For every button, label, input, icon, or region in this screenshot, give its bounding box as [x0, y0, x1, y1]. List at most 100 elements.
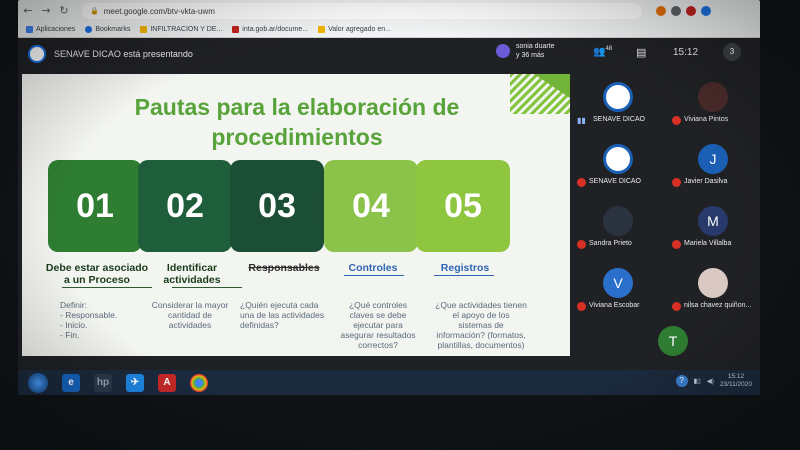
description-line: claves se debe [349, 310, 407, 320]
category-underline [62, 287, 152, 288]
tray-clock[interactable]: 15:12 23/11/2020 [720, 373, 752, 389]
volume-icon[interactable]: ◀) [707, 377, 714, 385]
piece-number: 04 [352, 187, 390, 225]
presenting-label: SENAVE DICAO está presentando [54, 49, 193, 59]
bookmark-apps[interactable]: Aplicaciones [26, 26, 75, 33]
ie-icon[interactable]: e [62, 373, 80, 392]
forward-icon[interactable]: → [40, 5, 52, 17]
back-icon[interactable]: ← [22, 5, 34, 17]
url-text: meet.google.com/btv-vkta-uwm [103, 6, 215, 16]
profile-icon[interactable] [701, 6, 711, 16]
piece-number: 05 [444, 187, 482, 225]
category-underline [434, 275, 494, 276]
extensions [656, 6, 711, 16]
presentation-stage: Pautas para la elaboración de procedimie… [18, 70, 573, 360]
description-line: - Responsable. [60, 310, 118, 320]
piece-number: 03 [258, 187, 296, 225]
meet-header: SENAVE DICAO está presentando sonia duar… [18, 38, 760, 70]
hp-icon[interactable]: hp [94, 373, 112, 392]
windows-taskbar: e hp ✈ A ? ▮▯ ◀) 15:12 23/11/2020 [18, 370, 760, 395]
category-underline [344, 275, 404, 276]
description-line: ejecutar para [353, 320, 403, 330]
category-line: Identificar [166, 262, 218, 274]
help-icon[interactable]: ? [675, 375, 688, 387]
puzzle-piece: 05 [416, 160, 510, 252]
bookmark-bookmarks[interactable]: Bookmarks [85, 26, 130, 33]
folder-icon [140, 26, 148, 33]
tray-time: 15:12 [727, 373, 745, 380]
mic-off-icon [672, 178, 681, 187]
viewer-count: y 36 más [516, 52, 545, 59]
network-icon[interactable]: ▮▯ [694, 377, 701, 385]
description-line: ¿Quién ejecuta cada [240, 300, 319, 310]
participants-grid: ▮▮ SENAVE DICAO Viviana Pintos SENAVE DI… [573, 70, 760, 360]
participant-name: Viviana Escobar [589, 302, 640, 309]
category-label: Controles [338, 262, 408, 274]
start-button[interactable] [28, 372, 48, 393]
category-label: Responsables [234, 262, 334, 274]
category-label: Identificar actividades [152, 262, 232, 286]
slide-title-line: Pautas para la elaboración de [134, 94, 460, 120]
bookmark-infiltracion[interactable]: INFILTRACION Y DE... [140, 26, 222, 33]
slide-title: Pautas para la elaboración de procedimie… [62, 92, 532, 152]
participant-name: nilsa chavez quiñon... [684, 302, 752, 309]
pdf-reader-icon[interactable]: A [158, 373, 176, 392]
description-line: una de las actividades [240, 310, 325, 320]
mic-off-icon [577, 240, 586, 249]
mic-off-icon [577, 302, 586, 311]
participant-tile[interactable]: V Viviana Escobar [573, 262, 663, 322]
category-line: Responsables [248, 262, 320, 274]
participant-avatar: T [658, 326, 688, 356]
category-line: actividades [163, 274, 221, 286]
extension-icon[interactable] [656, 6, 666, 16]
monitor-screen: ← → ↻ 🔒 meet.google.com/btv-vkta-uwm Apl… [18, 0, 760, 395]
bookmarks-bar: Aplicaciones Bookmarks INFILTRACION Y DE… [18, 22, 760, 38]
description-line: asegurar resultados [340, 330, 416, 340]
category-description: ¿Quién ejecuta cada una de las actividad… [240, 300, 336, 330]
puzzle-piece: 03 [230, 160, 334, 252]
category-description: Definir: - Responsable. - Inicio. - Fin. [60, 300, 140, 340]
viewer-name: sonia duarte [516, 43, 555, 50]
category-description: Considerar la mayor cantidad de activida… [144, 300, 236, 330]
meeting-clock: 15:12 [673, 47, 699, 58]
participant-tile[interactable]: J Javier Dasilva [668, 138, 758, 198]
category-description: ¿Que actividades tienen el apoyo de los … [426, 300, 536, 350]
participant-name: SENAVE DICAO [593, 116, 645, 123]
mic-off-icon [577, 178, 586, 187]
description-line: correctos? [358, 340, 398, 350]
participant-tile[interactable]: ▮▮ SENAVE DICAO [573, 76, 663, 136]
category-line: a un Proceso [64, 274, 130, 286]
system-tray: ? ▮▯ ◀) 15:12 23/11/2020 [675, 373, 752, 389]
description-line: ¿Que actividades tienen [435, 300, 527, 310]
self-avatar[interactable]: 3 [723, 43, 741, 61]
piece-number: 01 [76, 187, 114, 225]
category-line: Debe estar asociado [45, 262, 149, 274]
participant-name: SENAVE DICAO [589, 178, 641, 185]
participant-avatar [603, 144, 633, 174]
participant-tile[interactable]: Viviana Pintos [668, 76, 758, 136]
reload-icon[interactable]: ↻ [58, 5, 70, 17]
participant-tile[interactable]: SENAVE DICAO [573, 138, 663, 198]
participant-tile[interactable]: M Mariela Villalba [668, 200, 758, 260]
description-line: información? (formatos, [436, 330, 526, 340]
extension-icon[interactable] [671, 6, 681, 16]
participant-avatar: J [698, 144, 728, 174]
people-icon: 👥 [593, 46, 606, 58]
app-icon[interactable]: ✈ [126, 373, 144, 392]
bookmark-inta[interactable]: inta.gob.ar/docume... [232, 26, 308, 33]
chat-icon[interactable]: ▤ [636, 46, 646, 59]
people-count: 48 [605, 46, 613, 52]
bookmark-valor[interactable]: Valor agregado en... [318, 26, 391, 33]
participant-tile[interactable]: Sandra Prieto [573, 200, 663, 260]
chrome-icon[interactable] [190, 373, 208, 392]
extension-icon[interactable] [686, 6, 696, 16]
participant-tile[interactable]: nilsa chavez quiñon... [668, 262, 758, 322]
viewers-info: sonia duarte y 36 más [496, 42, 555, 60]
people-button[interactable]: 👥48 [593, 46, 612, 57]
description-line: - Inicio. [60, 320, 88, 330]
participant-avatar [603, 206, 633, 236]
speaking-icon: ▮▮ [577, 116, 586, 125]
pdf-icon [232, 26, 240, 33]
address-bar[interactable]: 🔒 meet.google.com/btv-vkta-uwm [82, 3, 642, 19]
participant-avatar [698, 82, 728, 112]
